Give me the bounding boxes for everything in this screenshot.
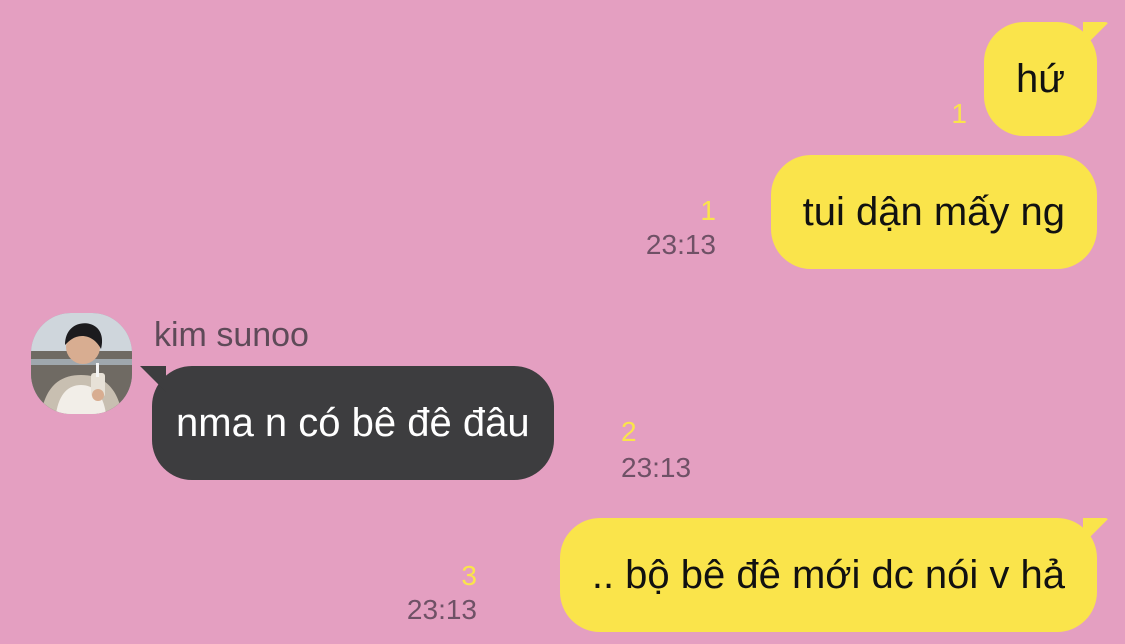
- bubble-tail: [140, 366, 166, 392]
- message-timestamp: 23:13: [406, 594, 477, 625]
- message-text: .. bộ bê đê mới dc nói v hả: [591, 553, 1065, 597]
- avatar[interactable]: [31, 313, 132, 414]
- unread-count: 3: [461, 560, 477, 591]
- bubble-tail: [1083, 518, 1109, 544]
- bubble-tail: [1083, 22, 1109, 48]
- message-text: hứ: [1015, 57, 1065, 101]
- sender-name: kim sunoo: [154, 316, 309, 354]
- message-text: nma n có bê đê đâu: [176, 401, 530, 445]
- unread-count: 2: [621, 416, 637, 447]
- message-bubble-outgoing[interactable]: tui dận mấy ng: [770, 155, 1097, 269]
- avatar-photo: [31, 313, 132, 414]
- message-bubble-outgoing[interactable]: .. bộ bê đê mới dc nói v hả: [559, 518, 1109, 632]
- message-bubble-outgoing[interactable]: hứ: [983, 22, 1109, 136]
- message-timestamp: 23:13: [621, 452, 692, 483]
- message-bubble-incoming[interactable]: nma n có bê đê đâu: [140, 366, 554, 480]
- message-timestamp: 23:13: [645, 229, 716, 260]
- unread-count: 1: [700, 195, 716, 226]
- unread-count: 1: [951, 98, 967, 129]
- message-text: tui dận mấy ng: [802, 190, 1065, 234]
